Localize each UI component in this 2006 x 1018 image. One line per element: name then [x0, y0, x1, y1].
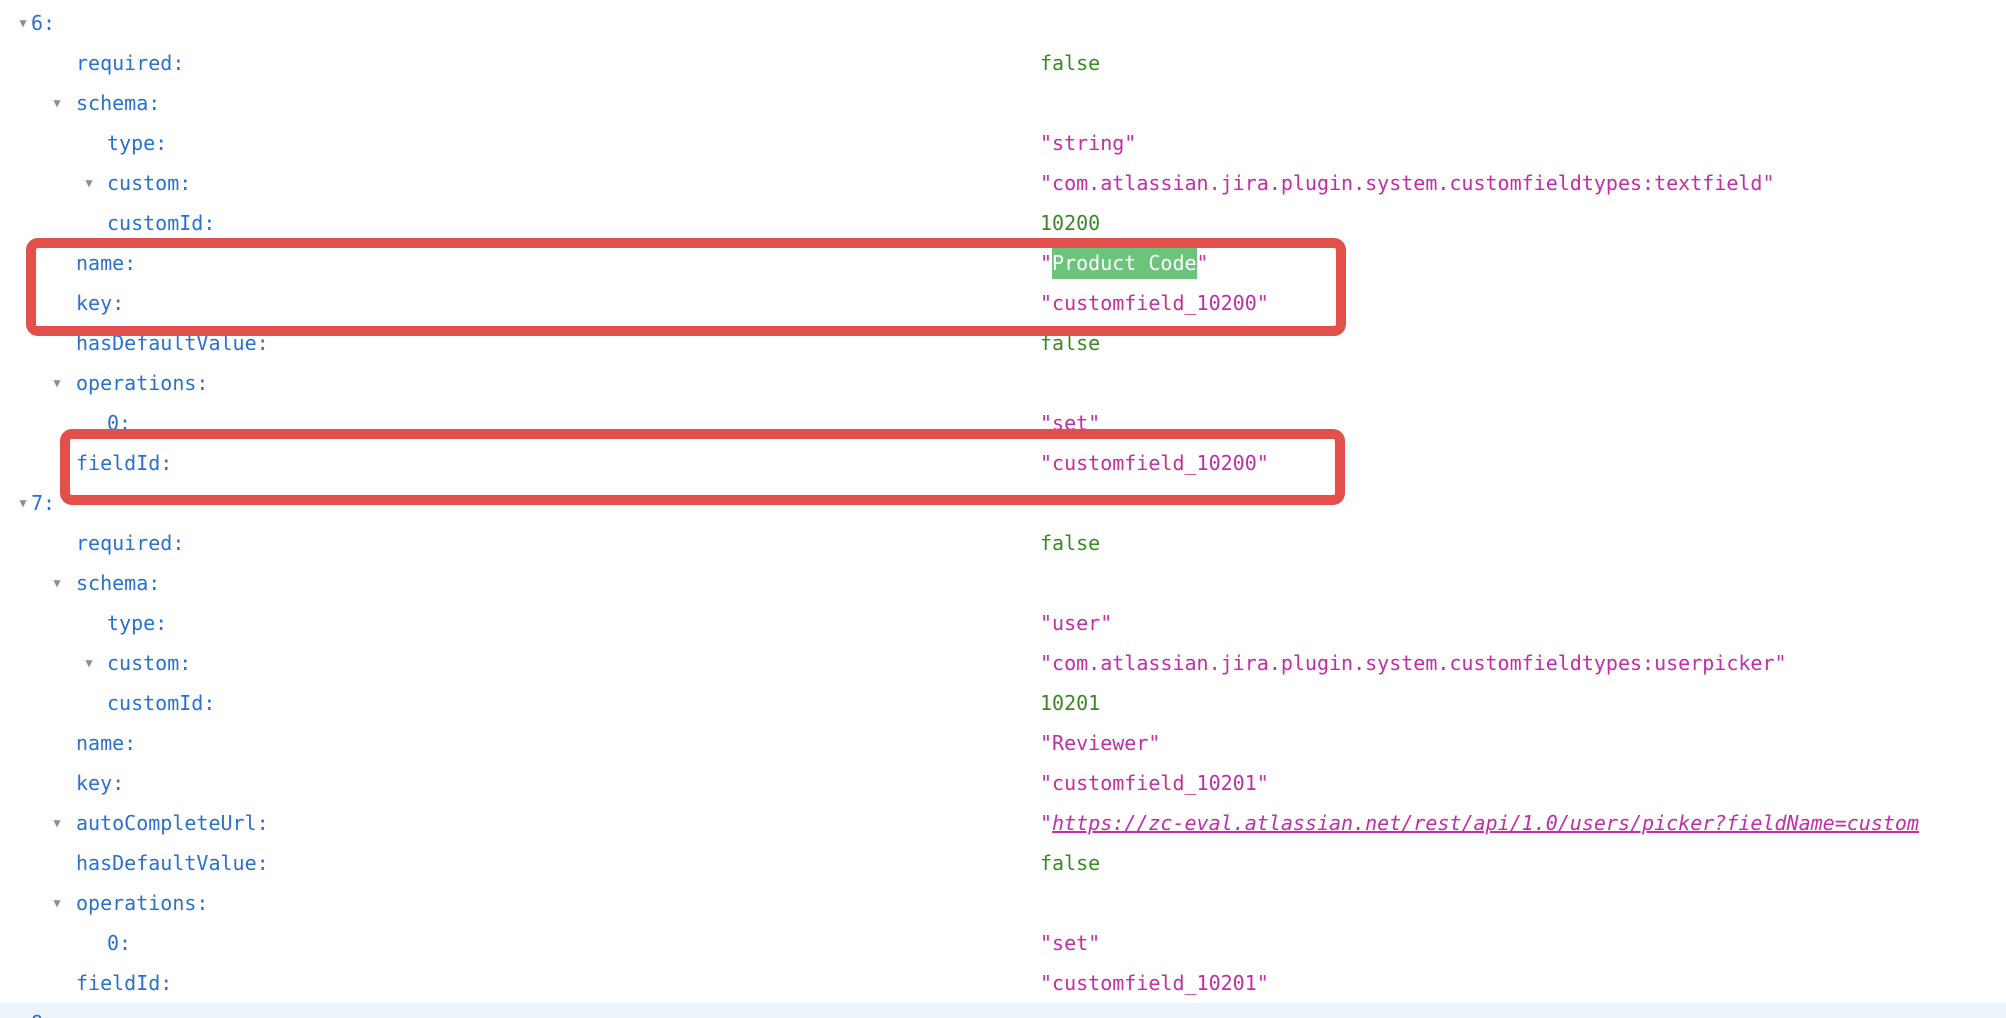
json-row[interactable]: name: "Reviewer"	[0, 723, 2006, 763]
json-key: customId:	[107, 203, 215, 243]
json-row[interactable]: fieldId: "customfield_10201"	[0, 963, 2006, 1003]
json-key: fieldId:	[76, 443, 172, 483]
json-row[interactable]: key: "customfield_10201"	[0, 763, 2006, 803]
json-row[interactable]: hasDefaultValue: false	[0, 843, 2006, 883]
json-key: key:	[76, 763, 124, 803]
json-row[interactable]: fieldId: "customfield_10200"	[0, 443, 2006, 483]
quote-mark: "	[1040, 811, 1052, 835]
json-row[interactable]: name: "Product Code"	[0, 243, 2006, 283]
json-value: false	[1040, 323, 1100, 363]
json-key: custom:	[107, 163, 191, 203]
json-key: name:	[76, 243, 136, 283]
expand-triangle-icon[interactable]: ▼	[78, 643, 100, 683]
json-key: operations:	[76, 363, 208, 403]
json-row[interactable]: required: false	[0, 43, 2006, 83]
json-value: false	[1040, 43, 1100, 83]
json-key: required:	[76, 523, 184, 563]
json-value: "string"	[1040, 123, 1136, 163]
json-row[interactable]: 0: "set"	[0, 403, 2006, 443]
json-value: "customfield_10201"	[1040, 763, 1269, 803]
expand-triangle-icon[interactable]: ▼	[46, 83, 68, 123]
json-value: "Product Code"	[1040, 243, 1209, 283]
json-row[interactable]: key: "customfield_10200"	[0, 283, 2006, 323]
json-key: key:	[76, 283, 124, 323]
json-value: false	[1040, 523, 1100, 563]
json-value: "customfield_10200"	[1040, 283, 1269, 323]
json-row[interactable]: ▼autoCompleteUrl: "https://zc-eval.atlass…	[0, 803, 2006, 843]
json-row[interactable]: ▼operations:	[0, 363, 2006, 403]
expand-triangle-icon[interactable]: ▼	[46, 883, 68, 923]
json-key: required:	[76, 43, 184, 83]
json-row[interactable]: hasDefaultValue: false	[0, 323, 2006, 363]
json-value: "customfield_10201"	[1040, 963, 1269, 1003]
expand-triangle-icon[interactable]: ▼	[46, 363, 68, 403]
json-row[interactable]: ▼operations:	[0, 883, 2006, 923]
json-key: 6:	[31, 3, 55, 43]
json-value: "Reviewer"	[1040, 723, 1160, 763]
selected-text: Product Code	[1052, 247, 1197, 279]
json-row[interactable]: ▼custom: "com.atlassian.jira.plugin.syste…	[0, 643, 2006, 683]
json-row[interactable]: ▼schema:	[0, 83, 2006, 123]
json-key: 7:	[31, 483, 55, 523]
json-key: customId:	[107, 683, 215, 723]
json-value: "https://zc-eval.atlassian.net/rest/api/…	[1040, 803, 1919, 843]
json-row[interactable]: type: "user"	[0, 603, 2006, 643]
json-value: "set"	[1040, 403, 1100, 443]
json-key: type:	[107, 123, 167, 163]
json-key: hasDefaultValue:	[76, 323, 269, 363]
json-tree-viewer: ▼6:required:false▼schema:type:"string"▼c…	[0, 0, 2006, 1018]
json-value: 10201	[1040, 683, 1100, 723]
json-key: 0:	[107, 403, 131, 443]
json-value: 10200	[1040, 203, 1100, 243]
json-row[interactable]: ▼6:	[0, 3, 2006, 43]
autocomplete-url-link[interactable]: https://zc-eval.atlassian.net/rest/api/1…	[1052, 811, 1919, 835]
json-row[interactable]: ▼schema:	[0, 563, 2006, 603]
json-key: hasDefaultValue:	[76, 843, 269, 883]
json-row[interactable]: 0: "set"	[0, 923, 2006, 963]
json-key: fieldId:	[76, 963, 172, 1003]
json-key: type:	[107, 603, 167, 643]
json-row[interactable]: required: false	[0, 523, 2006, 563]
json-key: autoCompleteUrl:	[76, 803, 269, 843]
json-key: schema:	[76, 83, 160, 123]
json-key: name:	[76, 723, 136, 763]
json-value: "set"	[1040, 923, 1100, 963]
json-row[interactable]: customId: 10200	[0, 203, 2006, 243]
json-key: operations:	[76, 883, 208, 923]
expand-triangle-icon[interactable]: ▼	[78, 163, 100, 203]
json-value: "customfield_10200"	[1040, 443, 1269, 483]
quote-mark: "	[1040, 251, 1052, 275]
json-row[interactable]: customId: 10201	[0, 683, 2006, 723]
expand-triangle-icon[interactable]: ▼	[46, 803, 68, 843]
json-key: schema:	[76, 563, 160, 603]
json-key: 0:	[107, 923, 131, 963]
json-value: "com.atlassian.jira.plugin.system.custom…	[1040, 163, 1775, 203]
json-row[interactable]: ▼8:	[0, 1003, 2006, 1018]
quote-mark: "	[1197, 251, 1209, 275]
json-row[interactable]: ▼custom: "com.atlassian.jira.plugin.syste…	[0, 163, 2006, 203]
json-value: false	[1040, 843, 1100, 883]
json-value: "user"	[1040, 603, 1112, 643]
json-row[interactable]: ▼7:	[0, 483, 2006, 523]
expand-triangle-icon[interactable]: ▼	[46, 563, 68, 603]
json-value: "com.atlassian.jira.plugin.system.custom…	[1040, 643, 1787, 683]
json-key: custom:	[107, 643, 191, 683]
json-row[interactable]: type: "string"	[0, 123, 2006, 163]
json-key: 8:	[31, 1003, 55, 1018]
